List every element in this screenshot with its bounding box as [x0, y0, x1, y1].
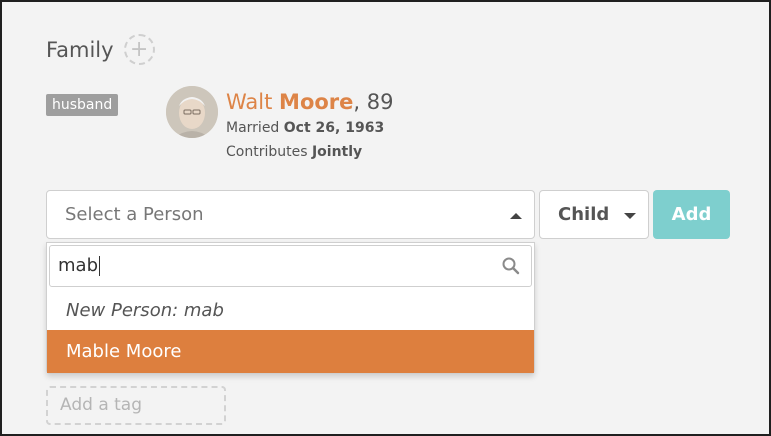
person-select-placeholder: Select a Person: [65, 204, 204, 225]
person-details: Walt Moore, 89 Married Oct 26, 1963 Cont…: [226, 88, 393, 164]
search-value: mab: [58, 255, 98, 276]
person-age: , 89: [353, 90, 394, 114]
relation-tag: husband: [46, 94, 119, 116]
section-title: Family: [46, 37, 114, 62]
person-search-input[interactable]: mab: [49, 245, 532, 287]
person-name[interactable]: Walt Moore, 89: [226, 88, 393, 116]
dropdown-option-new-person[interactable]: New Person: mab: [47, 290, 534, 332]
person-last-name[interactable]: Moore: [279, 90, 353, 114]
family-section-header: Family +: [46, 34, 155, 65]
chevron-down-icon[interactable]: [624, 213, 636, 219]
family-panel: Family + husband Walt Moore, 89 Married …: [0, 0, 771, 436]
contributes-label: Contributes: [226, 144, 308, 160]
married-date: Oct 26, 1963: [283, 120, 385, 136]
married-label: Married: [226, 120, 280, 136]
avatar-photo-icon: [166, 86, 218, 138]
dropdown-option-mable-moore[interactable]: Mable Moore: [47, 330, 534, 373]
avatar[interactable]: [166, 86, 218, 138]
add-tag-input[interactable]: Add a tag: [46, 386, 226, 425]
contribution-info: Contributes Jointly: [226, 140, 393, 164]
search-icon: [502, 257, 520, 275]
add-button[interactable]: Add: [653, 190, 730, 239]
relationship-value: Child: [558, 204, 610, 225]
person-first-name[interactable]: Walt: [226, 90, 272, 114]
contributes-value: Jointly: [311, 144, 363, 160]
caret-up-icon[interactable]: [510, 213, 522, 219]
marriage-info: Married Oct 26, 1963: [226, 116, 393, 140]
add-family-member-icon[interactable]: +: [123, 34, 155, 65]
person-dropdown: mab New Person: mab Mable Moore: [46, 242, 535, 374]
person-select[interactable]: Select a Person: [46, 190, 535, 239]
text-cursor: [99, 256, 100, 276]
relationship-select[interactable]: Child: [539, 190, 649, 239]
